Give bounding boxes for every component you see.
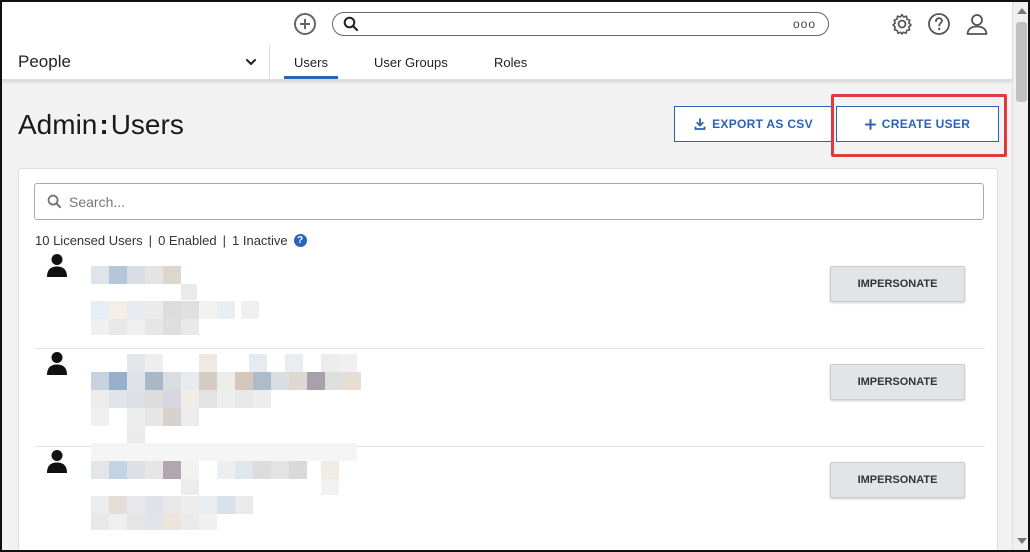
- export-csv-button[interactable]: EXPORT AS CSV: [674, 106, 833, 142]
- tab-roles[interactable]: Roles: [494, 55, 527, 70]
- global-search-bar[interactable]: ooo: [332, 12, 829, 36]
- page-title-separator: :: [99, 109, 109, 140]
- download-icon: [694, 118, 706, 130]
- page-title-main: Users: [110, 109, 184, 140]
- summary-separator: |: [148, 233, 153, 248]
- user-icon[interactable]: [965, 12, 989, 36]
- user-search-field[interactable]: [34, 183, 984, 220]
- active-tab-indicator: [284, 76, 338, 79]
- top-bar: ooo: [2, 2, 1012, 46]
- export-csv-label: EXPORT AS CSV: [712, 117, 813, 131]
- search-icon: [343, 16, 359, 32]
- section-nav: People Users User Groups Roles: [2, 46, 1012, 80]
- scroll-up-arrow-icon[interactable]: [1017, 8, 1027, 14]
- inactive-count: 1 Inactive: [232, 233, 288, 248]
- user-search-input[interactable]: [69, 190, 969, 214]
- chevron-down-icon: [246, 59, 256, 65]
- scroll-down-arrow-icon[interactable]: [1017, 538, 1027, 544]
- impersonate-button[interactable]: IMPERSONATE: [830, 266, 965, 302]
- tab-users[interactable]: Users: [294, 55, 328, 70]
- user-row: IMPERSONATE: [35, 443, 985, 545]
- vertical-scrollbar[interactable]: [1012, 2, 1028, 550]
- more-options-icon[interactable]: ooo: [793, 17, 816, 31]
- plus-circle-icon[interactable]: [294, 13, 316, 35]
- user-avatar-icon: [47, 254, 67, 277]
- summary-separator: |: [222, 233, 227, 248]
- info-icon[interactable]: ?: [293, 234, 307, 247]
- gear-icon[interactable]: [890, 12, 914, 36]
- section-dropdown[interactable]: People: [2, 46, 270, 80]
- page-title: Admin:Users: [18, 109, 184, 141]
- enabled-count: 0 Enabled: [158, 233, 217, 248]
- tab-user-groups[interactable]: User Groups: [374, 55, 448, 70]
- user-avatar-icon: [47, 450, 67, 473]
- user-summary: 10 Licensed Users | 0 Enabled | 1 Inacti…: [35, 233, 307, 248]
- user-row: IMPERSONATE: [35, 251, 985, 349]
- impersonate-button[interactable]: IMPERSONATE: [830, 462, 965, 498]
- section-dropdown-label: People: [18, 52, 71, 71]
- search-icon: [47, 194, 62, 209]
- user-avatar-icon: [47, 352, 67, 375]
- users-card: 10 Licensed Users | 0 Enabled | 1 Inacti…: [18, 168, 998, 550]
- highlight-annotation: [831, 94, 1007, 157]
- app-window: ooo People Users User Groups Roles Admin…: [0, 0, 1030, 552]
- impersonate-button[interactable]: IMPERSONATE: [830, 364, 965, 400]
- page-title-prefix: Admin: [18, 109, 98, 140]
- user-row: IMPERSONATE: [35, 349, 985, 447]
- licensed-count: 10 Licensed Users: [35, 233, 143, 248]
- scroll-thumb[interactable]: [1016, 22, 1027, 102]
- question-circle-icon[interactable]: [927, 12, 951, 36]
